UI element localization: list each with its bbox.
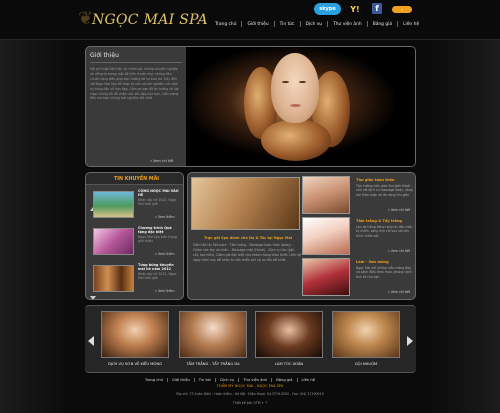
carousel-next-icon[interactable] <box>407 336 413 346</box>
footer-divider <box>215 378 217 382</box>
yahoo-messenger-icon[interactable]: Y! <box>348 3 362 15</box>
promo-more-link[interactable]: » Xem thêm <box>155 252 174 256</box>
footer-nav-home[interactable]: Trang chủ <box>145 378 163 382</box>
promo-thumbnail[interactable] <box>93 265 134 292</box>
footer-nav-about[interactable]: Giới thiệu <box>172 378 190 382</box>
lips-shape <box>290 104 301 107</box>
footer-nav-services[interactable]: Dịch vụ <box>220 378 234 382</box>
service-desc: Tận hưởng cảm giác thư giãn thoải mái vớ… <box>356 184 413 197</box>
service-title[interactable]: Tắm trắng & Tẩy trắng <box>356 219 402 223</box>
promo-header: TIN KHUYẾN MÃI <box>86 173 183 185</box>
hair-shape <box>261 119 331 161</box>
gallery-image[interactable] <box>101 311 169 358</box>
gallery-label[interactable]: LÀM TÓC XOĂN <box>255 362 323 366</box>
intro-banner-photo <box>186 47 415 166</box>
nav-services[interactable]: Dịch vụ <box>306 22 323 27</box>
nav-news[interactable]: Tin tức <box>280 22 295 27</box>
nav-contact[interactable]: Liên hệ <box>403 22 419 27</box>
scroll-down-icon[interactable] <box>90 296 96 299</box>
intro-panel: Giới thiệu Với sứ thuật tiên tiến và chă… <box>85 46 416 167</box>
footer-divider <box>238 378 240 382</box>
nav-pricing[interactable]: Bảng giá <box>373 22 392 27</box>
promo-item-title[interactable]: Tưng bừng khuyến mãi hè năm 2012 <box>138 263 180 271</box>
skype-icon[interactable]: skype <box>314 3 341 15</box>
intro-title: Giới thiệu <box>90 52 119 59</box>
service-thumbnail[interactable] <box>302 258 350 296</box>
promo-item[interactable]: Chương trình Quà tặng đặc biệt Ngọc Mai … <box>91 224 181 259</box>
nav-home[interactable]: Trang chủ <box>215 22 236 27</box>
gallery-carousel: DỊCH VỤ SƠN VẼ KIỂU MÓNG TẮM TRẮNG - TẨY… <box>85 305 416 373</box>
divider <box>90 62 182 63</box>
promo-thumbnail[interactable] <box>93 228 134 255</box>
footer-nav-contact[interactable]: Liên hệ <box>302 378 315 382</box>
service-more-link[interactable]: » Xem chi tiết <box>388 249 410 253</box>
service-more-link[interactable]: » Xem chi tiết <box>388 290 410 294</box>
footer-nav: Trang chủ Giới thiệu Tin tức Dịch vụ Thư… <box>145 377 315 383</box>
service-title[interactable]: Làm - Sơn móng <box>356 260 389 264</box>
promo-more-link[interactable]: » Xem thêm <box>155 289 174 293</box>
logo-flourish-icon: ❦ <box>78 8 94 29</box>
footer-divider <box>193 378 195 382</box>
footer-nav-news[interactable]: Tin tức <box>199 378 211 382</box>
gallery-label[interactable]: DỊCH VỤ SƠN VẼ KIỂU MÓNG <box>101 362 169 366</box>
service-title[interactable]: Thư giãn toàn thân <box>356 178 395 182</box>
eye-shape <box>299 81 306 83</box>
model-face <box>271 53 319 123</box>
logo-text: NGỌC MAI SPA <box>92 12 208 28</box>
main-nav: Trang chủ Giới thiệu Tin tức Dịch vụ Thư… <box>215 20 419 28</box>
service-desc: Làn da trắng hồng rạng rỡ, đều màu tự nh… <box>356 225 413 238</box>
nav-divider <box>299 21 301 27</box>
carousel-prev-icon[interactable] <box>88 336 94 346</box>
promo-item-desc: Nhân dịp hè 2012, Ngọc Mai trân giới <box>138 272 177 281</box>
promo-item-title[interactable]: Chương trình Quà tặng đặc biệt <box>138 226 180 234</box>
promo-item-desc: Nhân dịp hè 2012, Ngọc Mai trân giới <box>138 198 177 207</box>
service-desc: Ngọc Mai với những mẫu móng đẹp và sành … <box>356 266 412 279</box>
nav-divider <box>327 21 329 27</box>
nav-divider <box>241 21 243 27</box>
footer-nav-pricing[interactable]: Bảng giá <box>276 378 292 382</box>
nav-divider <box>397 21 399 27</box>
promo-more-link[interactable]: » Xem thêm <box>155 215 174 219</box>
footer-nav-gallery[interactable]: Thư viện ảnh <box>243 378 267 382</box>
footer-address: Địa chỉ: 73 Xuân Diệu - Hoàn Kiếm - Hà N… <box>176 392 324 396</box>
featured-photo[interactable] <box>191 177 300 230</box>
site-logo[interactable]: ❦ NGỌC MAI SPA <box>78 8 208 34</box>
gallery-image[interactable] <box>255 311 323 358</box>
promo-item[interactable]: CÔNG NGỌC MAI VÀO HÈ Nhân dịp hè 2012, N… <box>91 187 181 222</box>
header: ❦ NGỌC MAI SPA skype Y! f • Trang chủ Gi… <box>0 0 500 40</box>
promo-item-desc: Ngọc Mai Spa trân trọng giới thiệu <box>138 235 177 244</box>
nav-divider <box>273 21 275 27</box>
footer-copyright: THẨM MỸ NGỌC MAI - NGỌC MAI SPA <box>216 384 284 388</box>
intro-text: Với sứ thuật tiên tiến và chăm sóc những… <box>90 67 179 101</box>
featured-desc: Gồm tất cả: Skincare - Tắm trắng - Massa… <box>193 243 301 262</box>
footer-designer: Thiết kế bởi: VTM + T <box>232 401 268 405</box>
promo-title: TIN KHUYẾN MÃI <box>114 177 160 182</box>
promo-panel: TIN KHUYẾN MÃI CÔNG NGỌC MAI VÀO HÈ Nhân… <box>85 172 184 300</box>
nav-about[interactable]: Giới thiệu <box>247 22 268 27</box>
promo-item-title[interactable]: CÔNG NGỌC MAI VÀO HÈ <box>138 189 180 197</box>
hotline-badge[interactable]: • <box>392 6 412 13</box>
intro-more-link[interactable]: » Xem chi tiết <box>150 159 174 163</box>
nav-divider <box>366 21 368 27</box>
facebook-icon[interactable]: f <box>372 3 382 14</box>
promo-item[interactable]: Tưng bừng khuyến mãi hè năm 2012 Nhân dị… <box>91 261 181 296</box>
footer-divider <box>271 378 273 382</box>
services-panel: Trọn gói Spa dành cho Da & Tóc tại Ngọc … <box>187 172 416 300</box>
service-more-link[interactable]: » Xem chi tiết <box>388 208 410 212</box>
gallery-label[interactable]: TẮM TRẮNG - TẨY TRẮNG DA <box>179 362 247 366</box>
featured-caption[interactable]: Trọn gói Spa dành cho Da & Tóc tại Ngọc … <box>194 236 302 240</box>
gallery-label[interactable]: GỘI NHUỘM <box>332 362 400 366</box>
service-thumbnail[interactable] <box>302 176 350 214</box>
footer-divider <box>296 378 298 382</box>
promo-thumbnail[interactable] <box>93 191 134 218</box>
service-thumbnail[interactable] <box>302 217 350 255</box>
gallery-image[interactable] <box>332 311 400 358</box>
eye-shape <box>282 81 289 83</box>
footer-divider <box>167 378 169 382</box>
gallery-image[interactable] <box>179 311 247 358</box>
nav-gallery[interactable]: Thư viện ảnh <box>333 22 362 27</box>
